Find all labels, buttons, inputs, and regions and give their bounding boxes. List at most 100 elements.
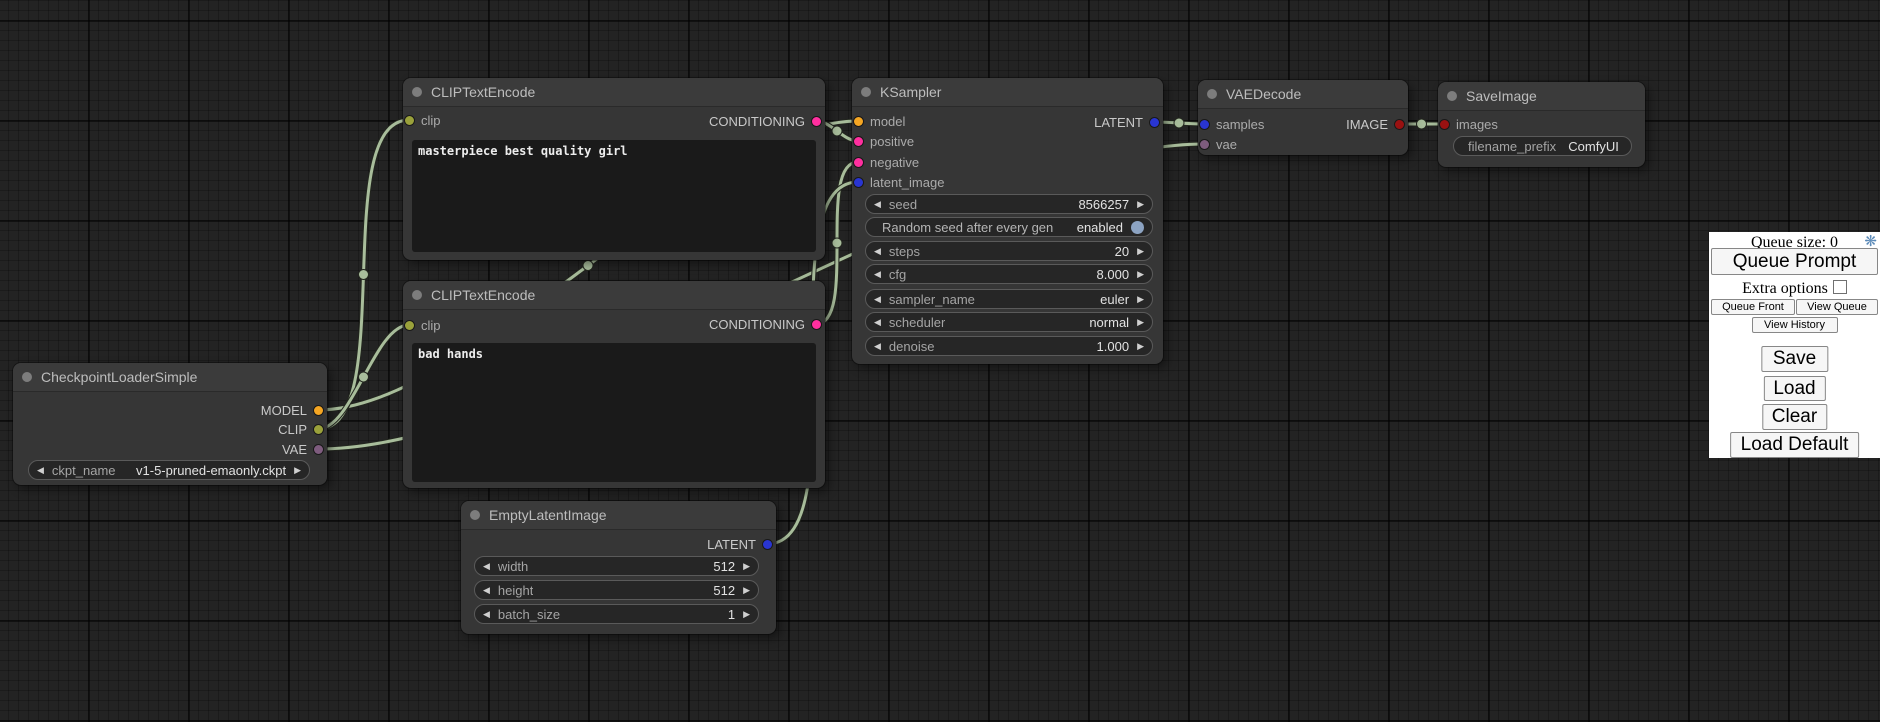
output-slot-model[interactable]: MODEL [261, 401, 323, 419]
queue-front-button[interactable]: Queue Front [1711, 299, 1795, 315]
collapse-dot-icon[interactable] [470, 510, 480, 520]
input-slot-samples[interactable]: samples [1200, 115, 1264, 133]
node-clip-text-encode-positive[interactable]: CLIPTextEncode clip CONDITIONING masterp… [403, 78, 825, 260]
node-clip-text-encode-negative[interactable]: CLIPTextEncode clip CONDITIONING bad han… [403, 281, 825, 488]
filename-prefix-field[interactable]: filename_prefix ComfyUI [1453, 136, 1632, 156]
output-slot-conditioning[interactable]: CONDITIONING [709, 112, 821, 130]
increment-arrow-icon[interactable]: ▶ [743, 610, 750, 619]
collapse-dot-icon[interactable] [1207, 89, 1217, 99]
conditioning-port-icon[interactable] [812, 320, 821, 329]
model-port-icon[interactable] [314, 406, 323, 415]
width-stepper[interactable]: ◀ width 512 ▶ [474, 556, 759, 576]
output-slot-latent[interactable]: LATENT [707, 535, 772, 553]
node-title-bar[interactable]: KSampler [852, 78, 1163, 107]
input-slot-negative[interactable]: negative [854, 153, 919, 171]
collapse-dot-icon[interactable] [861, 87, 871, 97]
scheduler-combo[interactable]: ◀ scheduler normal ▶ [865, 312, 1153, 332]
prev-arrow-icon[interactable]: ◀ [37, 466, 44, 475]
extra-options-checkbox[interactable] [1833, 280, 1847, 294]
node-vae-decode[interactable]: VAEDecode samples vae IMAGE [1198, 80, 1408, 155]
clip-port-icon[interactable] [405, 321, 414, 330]
clip-port-icon[interactable] [405, 116, 414, 125]
output-slot-clip[interactable]: CLIP [278, 420, 323, 438]
queue-prompt-button[interactable]: Queue Prompt [1711, 248, 1878, 275]
view-history-button[interactable]: View History [1752, 317, 1838, 333]
vae-port-icon[interactable] [314, 445, 323, 454]
increment-arrow-icon[interactable]: ▶ [1137, 342, 1144, 351]
ckpt-name-combo[interactable]: ◀ ckpt_name v1-5-pruned-emaonly.ckpt ▶ [28, 460, 310, 480]
height-stepper[interactable]: ◀ height 512 ▶ [474, 580, 759, 600]
node-ksampler[interactable]: KSampler model positive negative latent_… [852, 78, 1163, 364]
output-slot-latent[interactable]: LATENT [1094, 113, 1159, 131]
seed-stepper[interactable]: ◀ seed 8566257 ▶ [865, 194, 1153, 214]
conditioning-port-icon[interactable] [854, 137, 863, 146]
decrement-arrow-icon[interactable]: ◀ [874, 342, 881, 351]
load-default-button[interactable]: Load Default [1730, 432, 1860, 458]
collapse-dot-icon[interactable] [412, 87, 422, 97]
clear-button[interactable]: Clear [1762, 404, 1827, 430]
decrement-arrow-icon[interactable]: ◀ [483, 586, 490, 595]
image-port-icon[interactable] [1440, 120, 1449, 129]
denoise-stepper[interactable]: ◀ denoise 1.000 ▶ [865, 336, 1153, 356]
node-title-bar[interactable]: CLIPTextEncode [403, 78, 825, 107]
latent-port-icon[interactable] [763, 540, 772, 549]
save-button[interactable]: Save [1761, 346, 1828, 372]
increment-arrow-icon[interactable]: ▶ [1137, 247, 1144, 256]
random-seed-toggle[interactable]: Random seed after every gen enabled [865, 217, 1153, 237]
settings-gear-icon[interactable]: ❋ [1864, 234, 1877, 249]
toggle-knob-icon[interactable] [1131, 221, 1144, 234]
latent-port-icon[interactable] [854, 178, 863, 187]
node-title-bar[interactable]: CLIPTextEncode [403, 281, 825, 310]
steps-stepper[interactable]: ◀ steps 20 ▶ [865, 241, 1153, 261]
batch-size-stepper[interactable]: ◀ batch_size 1 ▶ [474, 604, 759, 624]
input-slot-images[interactable]: images [1440, 115, 1498, 133]
prev-arrow-icon[interactable]: ◀ [874, 318, 881, 327]
model-port-icon[interactable] [854, 117, 863, 126]
next-arrow-icon[interactable]: ▶ [1137, 295, 1144, 304]
collapse-dot-icon[interactable] [22, 372, 32, 382]
output-slot-image[interactable]: IMAGE [1346, 115, 1404, 133]
increment-arrow-icon[interactable]: ▶ [743, 562, 750, 571]
input-slot-clip[interactable]: clip [405, 316, 441, 334]
node-checkpoint-loader[interactable]: CheckpointLoaderSimple MODEL CLIP VAE ◀ … [13, 363, 327, 485]
decrement-arrow-icon[interactable]: ◀ [483, 610, 490, 619]
conditioning-port-icon[interactable] [854, 158, 863, 167]
input-slot-vae[interactable]: vae [1200, 135, 1237, 153]
input-slot-clip[interactable]: clip [405, 111, 441, 129]
input-slot-positive[interactable]: positive [854, 132, 914, 150]
decrement-arrow-icon[interactable]: ◀ [874, 270, 881, 279]
increment-arrow-icon[interactable]: ▶ [743, 586, 750, 595]
node-title-bar[interactable]: EmptyLatentImage [461, 501, 776, 530]
decrement-arrow-icon[interactable]: ◀ [483, 562, 490, 571]
load-button[interactable]: Load [1763, 376, 1825, 401]
decrement-arrow-icon[interactable]: ◀ [874, 247, 881, 256]
node-title-bar[interactable]: VAEDecode [1198, 80, 1408, 109]
increment-arrow-icon[interactable]: ▶ [1137, 200, 1144, 209]
next-arrow-icon[interactable]: ▶ [294, 466, 301, 475]
cfg-stepper[interactable]: ◀ cfg 8.000 ▶ [865, 264, 1153, 284]
clip-port-icon[interactable] [314, 425, 323, 434]
prompt-textarea[interactable]: bad hands [412, 343, 816, 482]
node-graph-canvas[interactable]: CheckpointLoaderSimple MODEL CLIP VAE ◀ … [0, 0, 1880, 722]
conditioning-port-icon[interactable] [812, 117, 821, 126]
node-save-image[interactable]: SaveImage images filename_prefix ComfyUI [1438, 82, 1645, 167]
node-empty-latent-image[interactable]: EmptyLatentImage LATENT ◀ width 512 ▶ ◀ … [461, 501, 776, 634]
view-queue-button[interactable]: View Queue [1796, 299, 1878, 315]
increment-arrow-icon[interactable]: ▶ [1137, 270, 1144, 279]
collapse-dot-icon[interactable] [1447, 91, 1457, 101]
latent-port-icon[interactable] [1150, 118, 1159, 127]
vae-port-icon[interactable] [1200, 140, 1209, 149]
prompt-textarea[interactable]: masterpiece best quality girl [412, 140, 816, 252]
output-slot-vae[interactable]: VAE [282, 440, 323, 458]
prev-arrow-icon[interactable]: ◀ [874, 295, 881, 304]
collapse-dot-icon[interactable] [412, 290, 422, 300]
output-slot-conditioning[interactable]: CONDITIONING [709, 315, 821, 333]
node-title-bar[interactable]: CheckpointLoaderSimple [13, 363, 327, 392]
latent-port-icon[interactable] [1200, 120, 1209, 129]
sampler-name-combo[interactable]: ◀ sampler_name euler ▶ [865, 289, 1153, 309]
input-slot-latent-image[interactable]: latent_image [854, 173, 944, 191]
node-title-bar[interactable]: SaveImage [1438, 82, 1645, 111]
decrement-arrow-icon[interactable]: ◀ [874, 200, 881, 209]
input-slot-model[interactable]: model [854, 112, 905, 130]
next-arrow-icon[interactable]: ▶ [1137, 318, 1144, 327]
